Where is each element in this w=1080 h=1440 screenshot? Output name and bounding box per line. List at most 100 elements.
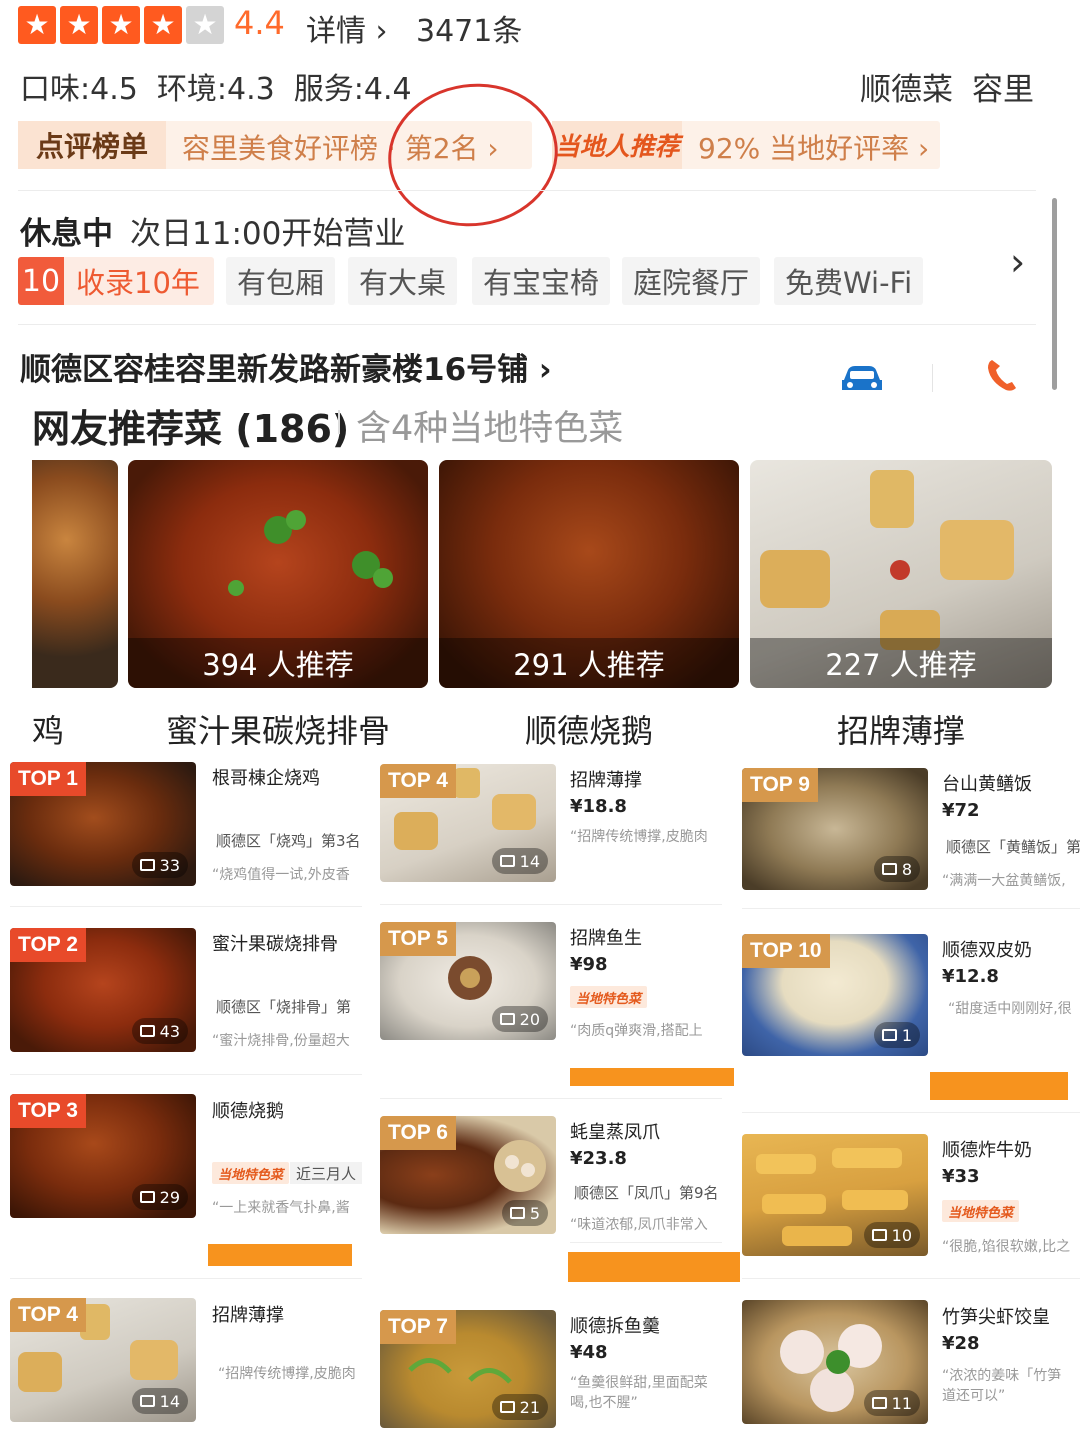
dish-quote: “鱼羹很鲜甜,里面配菜: [570, 1375, 708, 1391]
featured-dish-photo[interactable]: 394 人推荐: [128, 460, 428, 688]
dish-name[interactable]: 顺德拆鱼羹: [570, 1312, 660, 1338]
dish-thumbnail[interactable]: 11: [742, 1300, 928, 1424]
photo-count-value: 21: [519, 1397, 540, 1417]
dish-name[interactable]: 蚝皇蒸凤爪: [570, 1118, 660, 1144]
star-icon: ★: [102, 6, 140, 44]
photo-icon: [871, 1397, 887, 1409]
dish-quote-line2: 道还可以”: [942, 1388, 1006, 1404]
recommend-subtitle: 含4种当地特色菜: [356, 409, 624, 449]
dish-name[interactable]: 顺德双皮奶: [942, 936, 1032, 962]
facility-tag: 有包厢: [226, 257, 336, 305]
top-rank-badge: TOP 7: [380, 1310, 456, 1344]
dish-thumbnail[interactable]: TOP 9 8: [742, 768, 928, 890]
dish-thumbnail[interactable]: TOP 3 29: [10, 1094, 196, 1218]
divider: [742, 908, 1080, 909]
area-label[interactable]: 容里: [972, 64, 1034, 109]
dish-price: ¥12.8: [942, 966, 999, 987]
dish-name[interactable]: 招牌薄撑: [212, 1301, 284, 1327]
dish-thumbnail[interactable]: TOP 6 5: [380, 1116, 556, 1234]
photo-icon: [499, 1401, 515, 1413]
facility-tag: 有宝宝椅: [472, 257, 611, 305]
dish-thumbnail[interactable]: TOP 5 20: [380, 922, 556, 1040]
dish-quote: “味道浓郁,凤爪非常入: [570, 1217, 708, 1233]
dish-rank: 顺德区「凤爪」第9名: [574, 1184, 719, 1202]
top-rank-badge: TOP 4: [10, 1298, 86, 1332]
business-status: 休息中: [20, 216, 113, 252]
dish-name[interactable]: 招牌薄撑: [570, 766, 642, 792]
featured-dish-name[interactable]: 蜜汁果碳烧排骨: [128, 706, 428, 752]
address-link[interactable]: 顺德区容桂容里新发路新豪楼16号铺 ›: [20, 344, 552, 389]
photo-count-value: 11: [891, 1393, 912, 1413]
cuisine-label[interactable]: 顺德菜: [860, 64, 953, 109]
dish-name[interactable]: 竹笋尖虾饺皇: [942, 1303, 1050, 1329]
dish-price: ¥98: [570, 954, 608, 975]
dish-thumbnail[interactable]: TOP 2 43: [10, 928, 196, 1052]
car-icon[interactable]: [838, 362, 886, 394]
featured-dish-photo[interactable]: [32, 460, 118, 688]
phone-icon[interactable]: [982, 356, 1022, 396]
divider: [742, 1112, 1080, 1113]
photo-count-value: 33: [159, 855, 180, 875]
featured-recommend-count: 227 人推荐: [750, 638, 1052, 688]
dish-thumbnail[interactable]: TOP 4 14: [10, 1298, 196, 1422]
local-rate-text[interactable]: 92% 当地好评率 ›: [698, 127, 929, 167]
dish-thumbnail[interactable]: TOP 1 33: [10, 762, 196, 886]
redaction-block: [568, 1252, 740, 1282]
photo-count: 14: [131, 1388, 188, 1414]
sub-scores: 口味:4.5 环境:4.3 服务:4.4: [20, 72, 412, 107]
recommend-title[interactable]: 网友推荐菜 (186): [32, 398, 349, 453]
dish-thumbnail[interactable]: TOP 4 14: [380, 764, 556, 882]
dish-name[interactable]: 顺德炸牛奶: [942, 1136, 1032, 1162]
photo-count: 20: [491, 1006, 548, 1032]
photo-icon: [881, 1029, 897, 1041]
photo-count: 11: [863, 1390, 920, 1416]
dish-name[interactable]: 蜜汁果碳烧排骨: [212, 930, 338, 956]
star-empty-icon: ★: [186, 6, 224, 44]
facility-tag: 有大桌: [348, 257, 458, 305]
photo-count: 10: [863, 1222, 920, 1248]
photo-count: 1: [873, 1022, 920, 1048]
divider: [10, 1074, 362, 1075]
rating-value: 4.4: [234, 4, 285, 42]
photo-count-value: 29: [159, 1187, 180, 1207]
details-link[interactable]: 详情 ›: [306, 6, 388, 50]
dish-name[interactable]: 根哥棟企烧鸡: [212, 764, 320, 790]
photo-icon: [499, 855, 515, 867]
dish-quote: “浓浓的姜味「竹笋: [942, 1368, 1062, 1384]
review-count[interactable]: 3471条: [416, 6, 522, 50]
photo-count-value: 43: [159, 1021, 180, 1041]
featured-dish-name[interactable]: 招牌薄撑: [750, 706, 1052, 752]
divider: [380, 904, 722, 905]
photo-icon: [139, 1395, 155, 1407]
dish-quote-line2: 喝,也不腥”: [570, 1395, 638, 1411]
featured-dish-name[interactable]: 鸡: [32, 706, 64, 752]
chevron-right-icon[interactable]: ›: [1010, 240, 1025, 284]
photo-count: 14: [491, 848, 548, 874]
dish-quote: “烧鸡值得一试,外皮香: [212, 867, 350, 883]
dish-quote: “肉质q弹爽滑,搭配上: [570, 1023, 703, 1039]
photo-count-value: 14: [519, 851, 540, 871]
featured-dish-photo[interactable]: 291 人推荐: [439, 460, 739, 688]
photo-icon: [139, 1191, 155, 1203]
dish-rank: 顺德区「烧排骨」第: [216, 998, 352, 1016]
photo-icon: [499, 1013, 515, 1025]
photo-count: 21: [491, 1394, 548, 1420]
dish-thumbnail[interactable]: TOP 10 1: [742, 934, 928, 1056]
featured-dish-photo[interactable]: 227 人推荐: [750, 460, 1052, 688]
title-separator: [338, 410, 340, 434]
photo-count: 29: [131, 1184, 188, 1210]
dish-thumbnail[interactable]: TOP 7 21: [380, 1310, 556, 1428]
featured-recommend-count: 291 人推荐: [439, 638, 739, 688]
featured-dish-name[interactable]: 顺德烧鹅: [439, 706, 739, 752]
dish-name[interactable]: 台山黄鳝饭: [942, 770, 1032, 796]
dish-thumbnail[interactable]: 10: [742, 1134, 928, 1256]
divider: [742, 1278, 1080, 1279]
star-icon: ★: [60, 6, 98, 44]
star-icon: ★: [144, 6, 182, 44]
dish-name[interactable]: 招牌鱼生: [570, 924, 642, 950]
scrollbar[interactable]: [1052, 198, 1057, 390]
dish-name[interactable]: 顺德烧鹅: [212, 1097, 284, 1123]
redaction-block: [930, 1072, 1068, 1100]
top-rank-badge: TOP 9: [742, 768, 818, 802]
photo-icon: [881, 863, 897, 875]
